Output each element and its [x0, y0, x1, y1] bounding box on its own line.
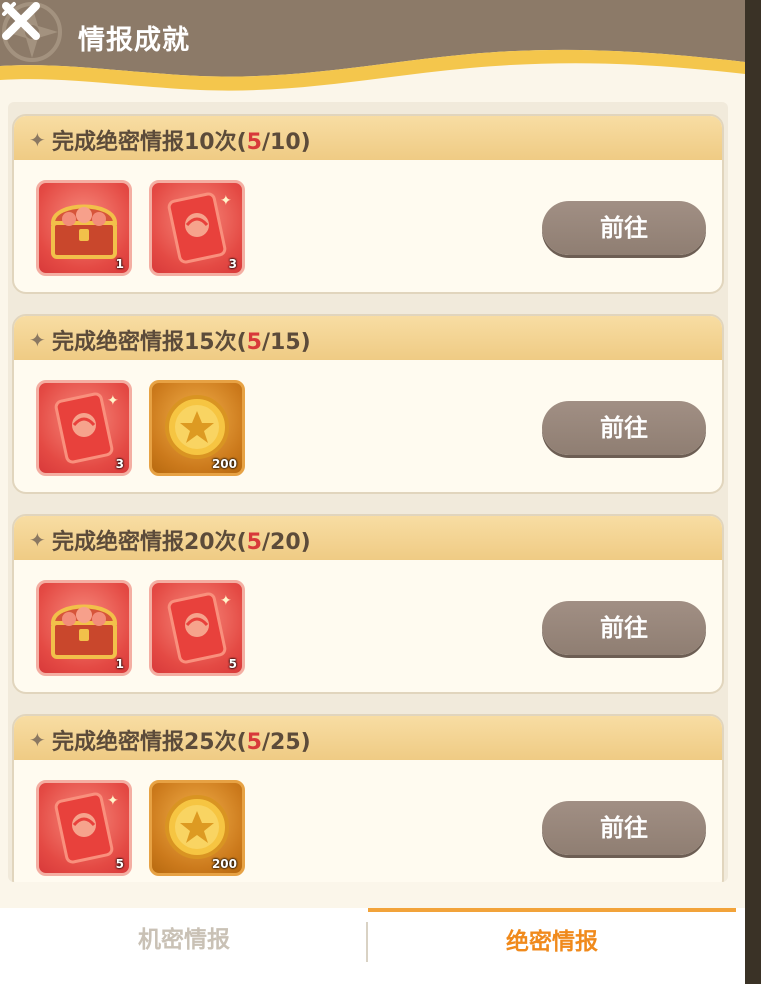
svg-text:✦: ✦ — [220, 193, 232, 209]
reward-treasure-chest[interactable]: 1 — [36, 580, 132, 676]
tab-bar: 机密情报 绝密情报 — [0, 908, 745, 984]
task-header: ✦ 完成绝密情报10次(5/10) — [14, 116, 722, 160]
task-card: ✦ 完成绝密情报25次(5/25) ✦ 5 200 前往 — [12, 714, 724, 882]
task-header: ✦ 完成绝密情报25次(5/25) — [14, 716, 722, 760]
task-header: ✦ 完成绝密情报20次(5/20) — [14, 516, 722, 560]
svg-text:✦: ✦ — [107, 393, 119, 409]
reward-gold-coin[interactable]: 200 — [149, 780, 245, 876]
task-title-text: 完成绝密情报25次( — [52, 730, 247, 755]
reward-count: 5 — [228, 657, 237, 671]
reward-gold-coin[interactable]: 200 — [149, 380, 245, 476]
reward-count: 200 — [211, 857, 237, 871]
task-progress-current: 5 — [246, 330, 262, 355]
task-card: ✦ 完成绝密情报20次(5/20) 1 ✦ 5 前往 — [12, 514, 724, 694]
task-progress-current: 5 — [246, 530, 262, 555]
reward-red-envelope[interactable]: ✦ 3 — [36, 380, 132, 476]
tab-top-secret-intel[interactable]: 绝密情报 — [368, 908, 736, 984]
sparkle-icon: ✦ — [29, 528, 46, 552]
reward-treasure-chest[interactable]: 1 — [36, 180, 132, 276]
reward-count: 1 — [115, 657, 124, 671]
task-title-text: 完成绝密情报10次( — [52, 130, 247, 155]
task-card: ✦ 完成绝密情报10次(5/10) 1 ✦ 3 前往 — [12, 114, 724, 294]
reward-count: 5 — [115, 857, 124, 871]
task-title: 完成绝密情报20次(5/20) — [52, 524, 311, 556]
achievement-panel: 情报成就 ✦ 完成绝密情报10次(5/10) 1 ✦ 3 前往 ✦ 完成绝密情报… — [0, 0, 745, 984]
svg-text:✦: ✦ — [220, 593, 232, 609]
task-progress-total: /25) — [261, 730, 311, 755]
tab-confidential-intel[interactable]: 机密情报 — [0, 908, 368, 984]
task-progress-total: /15) — [261, 330, 311, 355]
task-progress-current: 5 — [246, 130, 262, 155]
task-progress-total: /10) — [261, 130, 311, 155]
sparkle-icon: ✦ — [29, 328, 46, 352]
task-header: ✦ 完成绝密情报15次(5/15) — [14, 316, 722, 360]
task-progress-total: /20) — [261, 530, 311, 555]
svg-text:✦: ✦ — [107, 793, 119, 809]
task-title-text: 完成绝密情报20次( — [52, 530, 247, 555]
reward-count: 3 — [228, 257, 237, 271]
task-title: 完成绝密情报25次(5/25) — [52, 724, 311, 756]
reward-count: 1 — [115, 257, 124, 271]
reward-red-envelope[interactable]: ✦ 5 — [36, 780, 132, 876]
reward-red-envelope[interactable]: ✦ 3 — [149, 180, 245, 276]
go-button[interactable]: 前往 — [542, 201, 706, 255]
task-card: ✦ 完成绝密情报15次(5/15) ✦ 3 200 前往 — [12, 314, 724, 494]
task-title: 完成绝密情报15次(5/15) — [52, 324, 311, 356]
reward-red-envelope[interactable]: ✦ 5 — [149, 580, 245, 676]
task-title: 完成绝密情报10次(5/10) — [52, 124, 311, 156]
go-button[interactable]: 前往 — [542, 601, 706, 655]
reward-count: 3 — [115, 457, 124, 471]
task-progress-current: 5 — [246, 730, 262, 755]
sparkle-icon: ✦ — [29, 728, 46, 752]
task-title-text: 完成绝密情报15次( — [52, 330, 247, 355]
go-button[interactable]: 前往 — [542, 801, 706, 855]
panel-header: 情报成就 — [0, 0, 745, 100]
panel-title: 情报成就 — [78, 25, 190, 56]
task-list[interactable]: ✦ 完成绝密情报10次(5/10) 1 ✦ 3 前往 ✦ 完成绝密情报15次(5… — [8, 102, 728, 882]
reward-count: 200 — [211, 457, 237, 471]
sparkle-icon: ✦ — [29, 128, 46, 152]
close-icon[interactable] — [0, 0, 42, 42]
go-button[interactable]: 前往 — [542, 401, 706, 455]
